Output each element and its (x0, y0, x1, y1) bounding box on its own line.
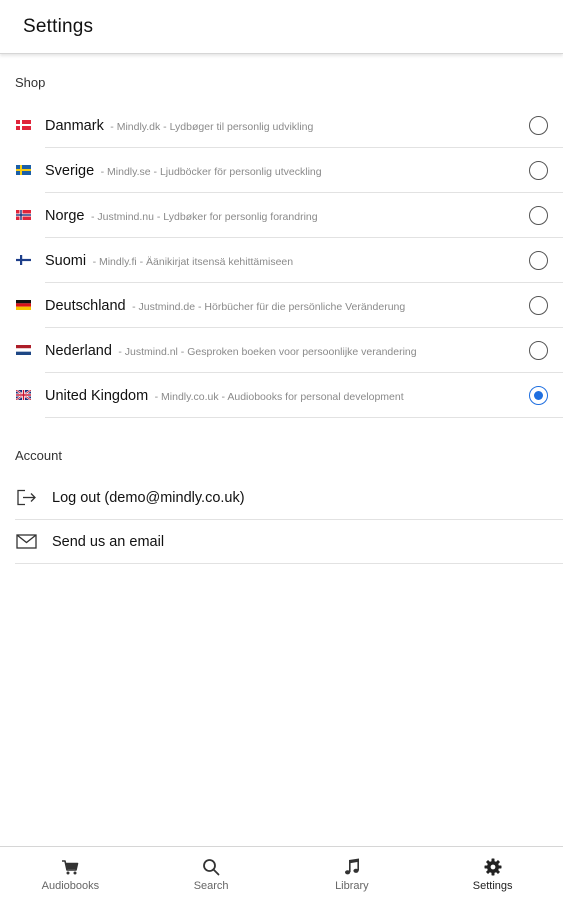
radio-button-selected[interactable] (529, 386, 548, 405)
search-icon (202, 858, 220, 876)
radio-button[interactable] (529, 251, 548, 270)
logout-icon (16, 489, 37, 506)
logout-label: Log out (demo@mindly.co.uk) (52, 490, 245, 506)
shop-list: Danmark - Mindly.dk - Lydbøger til perso… (0, 103, 563, 418)
tab-label: Settings (472, 880, 513, 892)
denmark-flag-icon (16, 120, 31, 130)
tab-search[interactable]: Search (141, 847, 282, 900)
shop-item-description: - Mindly.se - Ljudböcker för personlig u… (100, 166, 322, 178)
shop-item-deutschland[interactable]: Deutschland - Justmind.de - Hörbücher fü… (0, 283, 563, 328)
music-note-icon (343, 858, 361, 876)
gear-icon (484, 858, 502, 876)
tab-label: Library (335, 880, 369, 892)
shop-item-description: - Justmind.de - Hörbücher für die persön… (132, 301, 406, 313)
norway-flag-icon (16, 210, 31, 220)
shop-item-suomi[interactable]: Suomi - Mindly.fi - Äänikirjat itsensä k… (0, 238, 563, 283)
shop-item-norge[interactable]: Norge - Justmind.nu - Lydbøker for perso… (0, 193, 563, 238)
cart-icon (61, 858, 79, 876)
send-email-button[interactable]: Send us an email (0, 520, 563, 564)
shop-item-nederland[interactable]: Nederland - Justmind.nl - Gesproken boek… (0, 328, 563, 373)
radio-button[interactable] (529, 206, 548, 225)
shop-item-name: Norge (45, 208, 85, 224)
shop-item-name: Danmark (45, 118, 104, 134)
shop-item-description: - Mindly.dk - Lydbøger til personlig udv… (110, 121, 314, 133)
shop-item-description: - Justmind.nl - Gesproken boeken voor pe… (118, 346, 417, 358)
tab-label: Search (193, 880, 229, 892)
shop-item-name: United Kingdom (45, 388, 149, 404)
logout-button[interactable]: Log out (demo@mindly.co.uk) (0, 476, 563, 520)
shop-item-name: Deutschland (45, 298, 126, 314)
netherlands-flag-icon (16, 345, 31, 355)
tab-library[interactable]: Library (282, 847, 423, 900)
page-title: Settings (23, 16, 94, 37)
radio-button[interactable] (529, 161, 548, 180)
shop-item-united-kingdom[interactable]: United Kingdom - Mindly.co.uk - Audioboo… (0, 373, 563, 418)
divider (45, 417, 563, 418)
shop-section-label: Shop (15, 75, 46, 90)
shop-item-name: Sverige (45, 163, 95, 179)
germany-flag-icon (16, 300, 31, 310)
tab-settings[interactable]: Settings (422, 847, 563, 900)
tab-label: Audiobooks (41, 880, 100, 892)
mail-icon (16, 533, 37, 550)
shop-item-description: - Mindly.fi - Äänikirjat itsensä kehittä… (92, 256, 294, 268)
shop-item-danmark[interactable]: Danmark - Mindly.dk - Lydbøger til perso… (0, 103, 563, 148)
shop-item-name: Nederland (45, 343, 112, 359)
radio-button[interactable] (529, 296, 548, 315)
shop-item-name: Suomi (45, 253, 87, 269)
bottom-tab-bar: Audiobooks Search Library Settings (0, 846, 563, 900)
app-header: Settings (0, 0, 563, 54)
shop-item-description: - Mindly.co.uk - Audiobooks for personal… (154, 391, 404, 403)
uk-flag-icon (16, 390, 31, 400)
shop-item-sverige[interactable]: Sverige - Mindly.se - Ljudböcker för per… (0, 148, 563, 193)
tab-audiobooks[interactable]: Audiobooks (0, 847, 141, 900)
divider (15, 563, 563, 564)
account-section-label: Account (15, 448, 62, 463)
send-email-label: Send us an email (52, 534, 165, 550)
radio-button[interactable] (529, 116, 548, 135)
shop-item-description: - Justmind.nu - Lydbøker for personlig f… (90, 211, 318, 223)
radio-button[interactable] (529, 341, 548, 360)
finland-flag-icon (16, 255, 31, 265)
account-list: Log out (demo@mindly.co.uk) Send us an e… (0, 476, 563, 564)
sweden-flag-icon (16, 165, 31, 175)
